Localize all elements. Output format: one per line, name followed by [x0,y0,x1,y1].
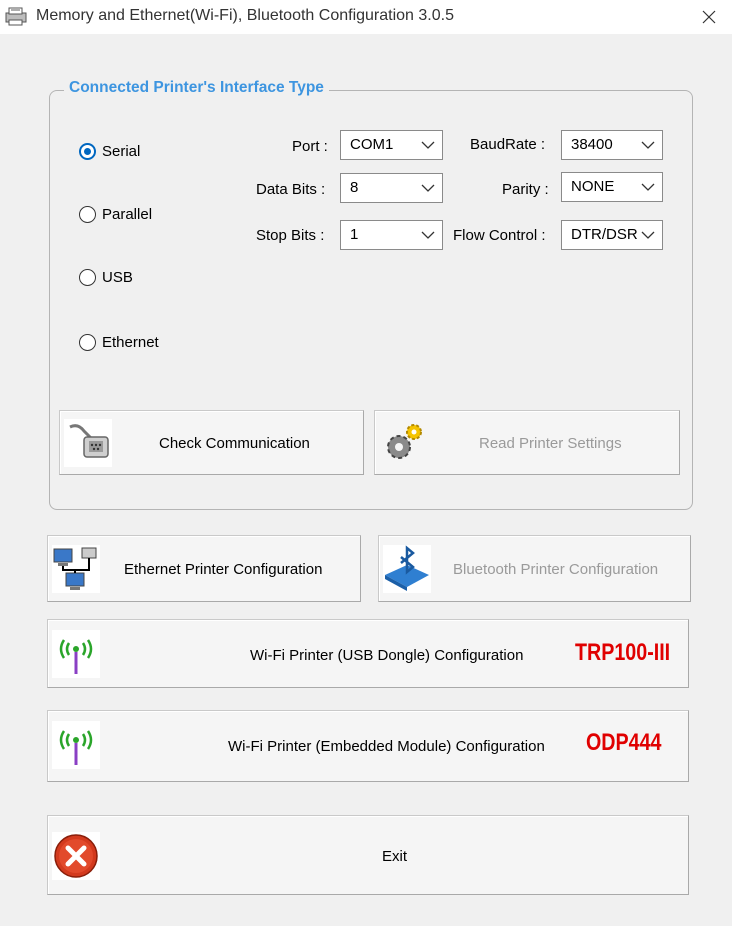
baud-rate-value: 38400 [571,136,613,153]
title-bar: Memory and Ethernet(Wi-Fi), Bluetooth Co… [0,0,732,34]
read-printer-settings-label: Read Printer Settings [479,435,622,452]
baud-rate-label: BaudRate : [470,136,546,153]
serial-cable-icon [64,419,112,467]
window-title: Memory and Ethernet(Wi-Fi), Bluetooth Co… [36,7,454,24]
flow-control-label: Flow Control : [453,227,546,244]
network-computers-icon [52,545,100,593]
chevron-down-icon [641,141,655,149]
radio-indicator-selected [79,143,96,160]
gears-icon [387,424,422,459]
parity-select[interactable]: NONE [561,172,663,202]
radio-indicator [79,206,96,223]
port-value: COM1 [350,136,394,153]
wifi-embedded-module-configuration-button[interactable]: Wi-Fi Printer (Embedded Module) Configur… [47,710,689,782]
chevron-down-icon [421,231,435,239]
data-bits-select[interactable]: 8 [340,173,443,203]
parity-value: NONE [571,178,615,195]
radio-ethernet[interactable]: Ethernet [79,334,159,351]
radio-serial[interactable]: Serial [79,143,140,160]
parity-label: Parity : [502,181,549,198]
data-bits-label: Data Bits : [256,181,326,198]
wifi-antenna-icon [52,721,100,769]
radio-parallel[interactable]: Parallel [79,206,152,223]
ethernet-printer-configuration-button[interactable]: Ethernet Printer Configuration [47,535,361,602]
close-icon [702,10,716,24]
wifi-usb-dongle-configuration-label: Wi-Fi Printer (USB Dongle) Configuration [250,647,524,664]
bluetooth-printer-configuration-button[interactable]: Bluetooth Printer Configuration [378,535,691,602]
port-select[interactable]: COM1 [340,130,443,160]
stop-bits-value: 1 [350,226,359,243]
chevron-down-icon [421,184,435,192]
bluetooth-printer-configuration-label: Bluetooth Printer Configuration [453,561,659,578]
radio-label: Ethernet [102,334,159,351]
bluetooth-icon [383,545,431,593]
stop-bits-label: Stop Bits : [256,227,325,244]
radio-indicator [79,334,96,351]
baud-rate-select[interactable]: 38400 [561,130,663,160]
flow-control-select[interactable]: DTR/DSR [561,220,663,250]
flow-control-value: DTR/DSR [571,226,638,243]
ethernet-printer-configuration-label: Ethernet Printer Configuration [124,561,323,578]
radio-label: Serial [102,143,141,160]
exit-button[interactable]: Exit [47,815,689,895]
trp100-model-badge: TRP100-III [575,639,671,666]
exit-x-icon [52,832,100,880]
chevron-down-icon [421,141,435,149]
wifi-embedded-module-configuration-label: Wi-Fi Printer (Embedded Module) Configur… [228,738,545,755]
port-label: Port : [292,138,328,155]
wifi-antenna-icon [52,630,100,678]
data-bits-value: 8 [350,179,359,196]
check-communication-label: Check Communication [159,435,310,452]
chevron-down-icon [641,231,655,239]
radio-label: USB [102,269,133,286]
printer-app-icon [5,7,27,26]
chevron-down-icon [641,183,655,191]
stop-bits-select[interactable]: 1 [340,220,443,250]
radio-indicator [79,269,96,286]
exit-label: Exit [382,848,408,865]
close-button[interactable] [686,0,732,34]
wifi-usb-dongle-configuration-button[interactable]: Wi-Fi Printer (USB Dongle) Configuration… [47,619,689,688]
radio-label: Parallel [102,206,153,223]
read-printer-settings-button[interactable]: Read Printer Settings [374,410,680,475]
odp444-model-badge: ODP444 [586,729,662,756]
check-communication-button[interactable]: Check Communication [59,410,364,475]
radio-usb[interactable]: USB [79,269,133,286]
interface-type-legend: Connected Printer's Interface Type [64,79,329,97]
